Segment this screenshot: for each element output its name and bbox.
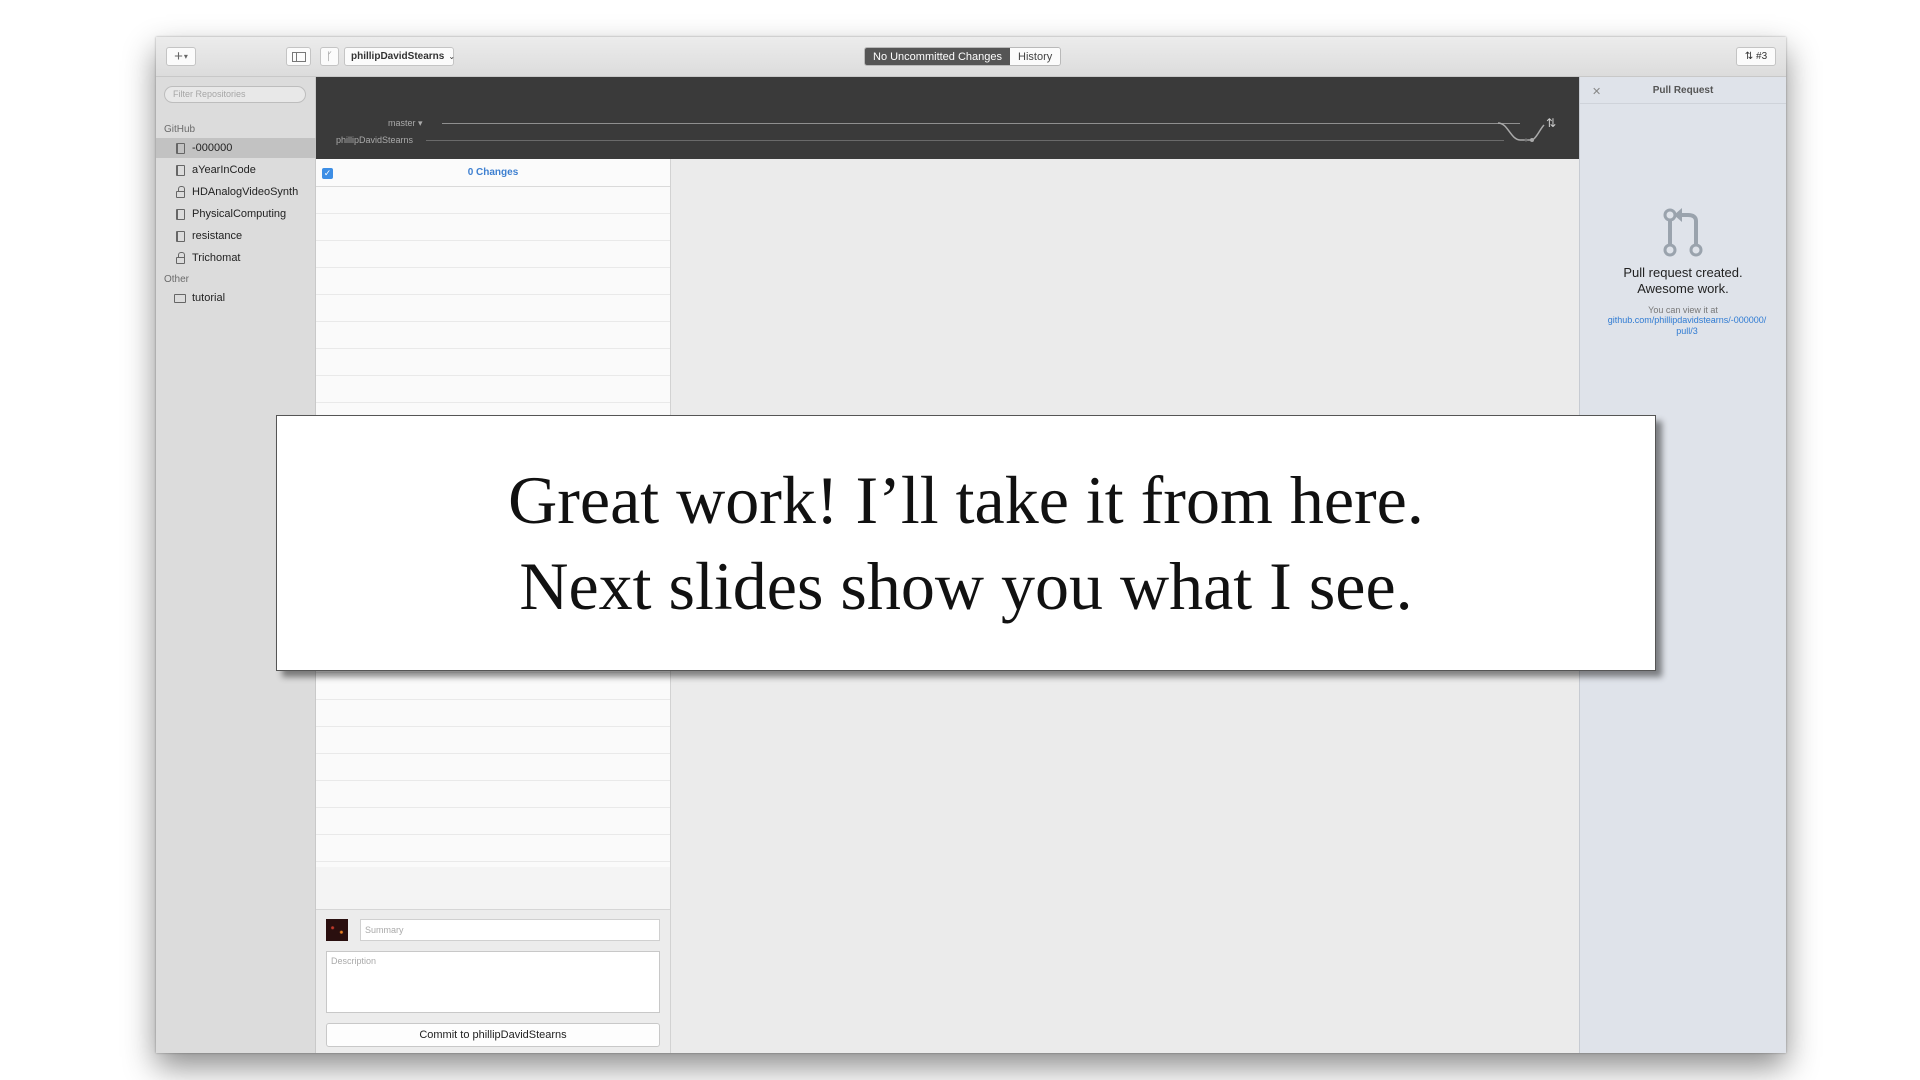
pull-request-panel-title: Pull Request xyxy=(1652,85,1714,96)
repo-selector[interactable]: phillipDavidStearns ⌄ xyxy=(344,47,456,66)
branch-graph[interactable]: master ▾ phillipDavidStearns ⇅ xyxy=(316,77,1579,159)
pull-request-badge: #3 xyxy=(1756,51,1768,62)
chevron-down-icon: ▾ xyxy=(183,52,188,61)
pull-request-message: Pull request created. Awesome work. xyxy=(1580,265,1786,297)
sidebar-item-ayearincode[interactable]: aYearInCode xyxy=(156,160,316,180)
remote-label: phillipDavidStearns xyxy=(336,135,414,145)
slide-caption-line1: Great work! I’ll take it from here. xyxy=(508,462,1424,538)
group-heading-github: GitHub xyxy=(164,124,196,135)
sidebar-item-label: Trichomat xyxy=(192,252,241,264)
sidebar-item-label: -000000 xyxy=(192,142,233,154)
lock-icon xyxy=(174,185,186,198)
sidebar-item-000000[interactable]: -000000 xyxy=(156,138,316,158)
sidebar-item-trichomat[interactable]: Trichomat xyxy=(156,248,316,268)
monitor-icon xyxy=(174,292,186,304)
pull-request-icon: ⇅ xyxy=(1744,51,1757,62)
add-repository-button[interactable]: + ▾ xyxy=(166,47,196,66)
commit-area: Summary Description Commit to phillipDav… xyxy=(316,909,670,1053)
pull-request-icon xyxy=(1663,208,1703,257)
sidebar-item-tutorial[interactable]: tutorial xyxy=(156,288,316,308)
plus-icon: + xyxy=(174,48,183,65)
description-input[interactable]: Description xyxy=(326,951,660,1013)
view-tabs: No Uncommitted Changes History xyxy=(864,47,1062,66)
pull-request-button[interactable]: ⇅ #3 xyxy=(1736,47,1776,66)
lock-icon xyxy=(174,251,186,264)
remote-branch-line xyxy=(426,140,1504,141)
pull-request-link-line1[interactable]: github.com/phillipdavidstearns/-000000/ xyxy=(1598,315,1776,326)
branch-button[interactable]: ᚴ xyxy=(320,47,339,66)
sidebar-item-label: tutorial xyxy=(192,292,226,304)
chevron-down-icon: ⌄ xyxy=(448,52,456,61)
sidebar-icon xyxy=(291,51,306,62)
commit-button[interactable]: Commit to phillipDavidStearns xyxy=(326,1023,660,1047)
pull-request-message-line2: Awesome work. xyxy=(1637,281,1729,296)
pull-request-message-line1: Pull request created. xyxy=(1623,265,1743,280)
repo-icon xyxy=(174,142,186,154)
avatar xyxy=(326,919,348,941)
master-branch-line xyxy=(442,123,1520,124)
sidebar-item-label: HDAnalogVideoSynth xyxy=(192,186,299,198)
slide-caption-box: Great work! I’ll take it from here. Next… xyxy=(276,415,1656,671)
repo-icon xyxy=(174,230,186,242)
toolbar: + ▾ ᚴ phillipDavidStearns ⌄ No Uncommitted… xyxy=(156,37,1786,77)
changes-count: 0 Changes xyxy=(467,167,519,178)
repo-icon xyxy=(174,208,186,220)
branch-label[interactable]: master ▾ xyxy=(388,118,423,129)
branch-icon: ᚴ xyxy=(326,50,333,63)
tab-uncommitted-changes[interactable]: No Uncommitted Changes xyxy=(865,48,1011,65)
sidebar-toggle-button[interactable] xyxy=(286,47,311,66)
filter-repositories-input[interactable]: Filter Repositories xyxy=(164,86,306,103)
slide-caption-line2: Next slides show you what I see. xyxy=(519,548,1413,624)
group-heading-other: Other xyxy=(164,274,190,285)
sidebar-item-physicalcomputing[interactable]: PhysicalComputing xyxy=(156,204,316,224)
sidebar-item-resistance[interactable]: resistance xyxy=(156,226,316,246)
summary-input[interactable]: Summary xyxy=(360,919,660,941)
sidebar-item-label: resistance xyxy=(192,230,243,242)
merge-graph-icon: ⇅ xyxy=(1497,116,1556,142)
sidebar-item-label: aYearInCode xyxy=(192,164,256,176)
sidebar-item-hdanalogvideosynth[interactable]: HDAnalogVideoSynth xyxy=(156,182,316,202)
repo-selector-label: phillipDavidStearns xyxy=(351,51,445,62)
pull-request-link-line2[interactable]: pull/3 xyxy=(1598,326,1776,337)
sidebar-item-label: PhysicalComputing xyxy=(192,208,287,220)
select-all-checkbox[interactable]: ✓ xyxy=(322,168,333,179)
tab-history[interactable]: History xyxy=(1010,48,1061,65)
svg-text:⇅: ⇅ xyxy=(1546,116,1556,130)
changes-header: ✓ 0 Changes xyxy=(316,159,670,187)
divider xyxy=(1580,103,1786,104)
repo-icon xyxy=(174,164,186,176)
pull-request-link[interactable]: github.com/phillipdavidstearns/-000000/ … xyxy=(1598,315,1776,337)
pull-request-view-text: You can view it at xyxy=(1648,305,1718,315)
